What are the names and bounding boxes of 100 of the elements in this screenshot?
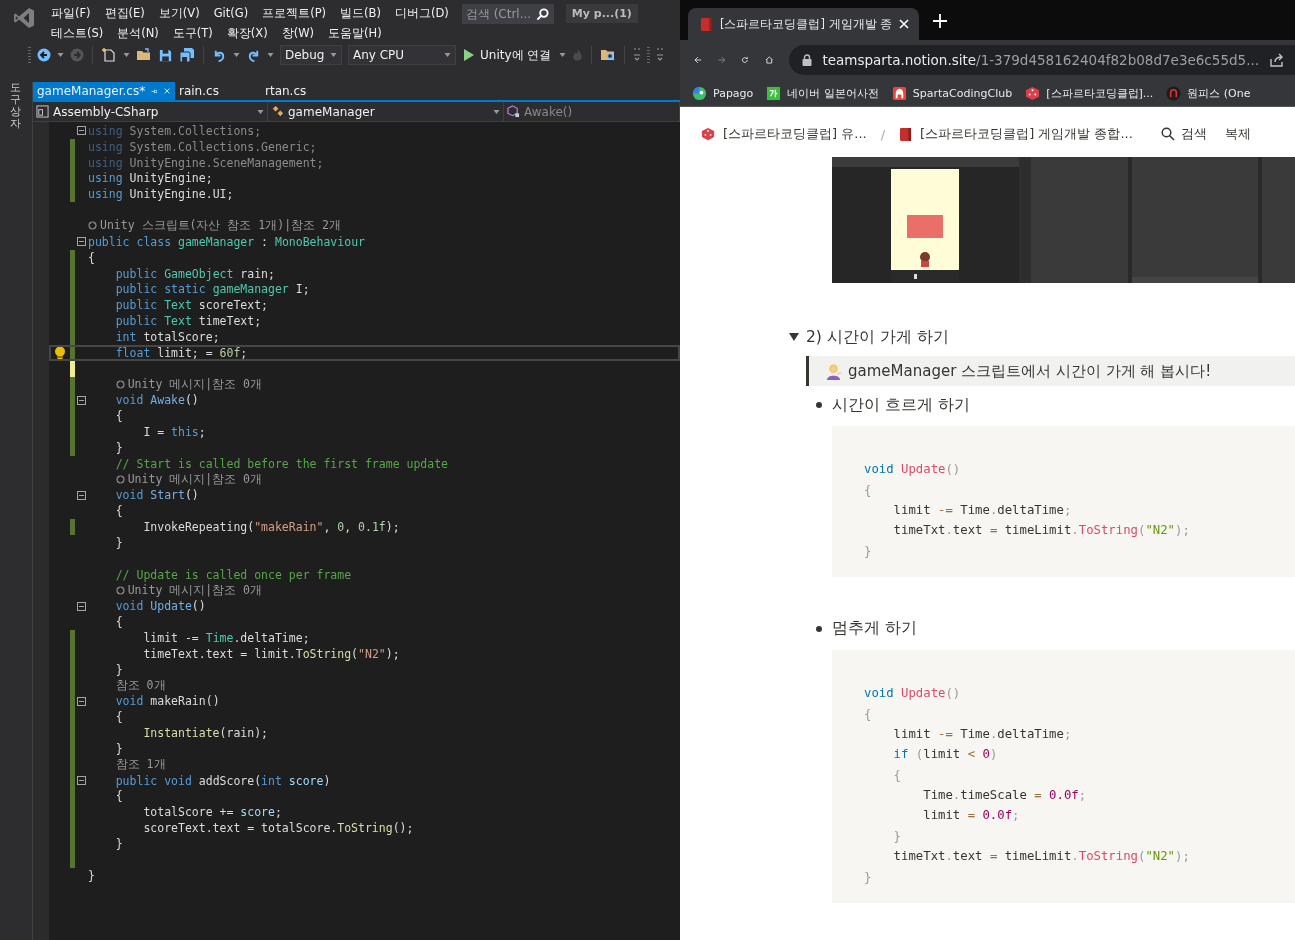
collapse-icon[interactable] <box>77 237 86 247</box>
code-line: { <box>864 482 872 497</box>
code-line: { <box>892 767 902 782</box>
collapse-icon[interactable] <box>77 490 86 500</box>
navigation-dropdown[interactable]: gameManager <box>268 102 504 121</box>
code-line: } <box>892 828 902 843</box>
codelens-text[interactable]: Unity 메시지|참조 0개 <box>127 376 262 392</box>
menu-item[interactable]: 편집(E) <box>97 5 152 21</box>
code-line: limit = 0.0f; <box>922 808 1020 823</box>
toggle-heading[interactable]: 2) 시간이 가게 하기 <box>789 325 1295 349</box>
codelens-text: 참조 0개 <box>114 677 166 693</box>
menu-item[interactable]: 파일(F) <box>44 5 98 21</box>
collapse-icon[interactable] <box>77 395 86 405</box>
code-line: totalScore += score; <box>142 805 282 820</box>
platform-dropdown[interactable]: Any CPU <box>348 45 456 65</box>
address-bar[interactable]: teamsparta.notion.site/1-379d458162404f82b08d7e3e6c55d5... <box>789 45 1295 75</box>
file-tab[interactable]: rtan.cs <box>261 82 330 100</box>
overflow-icon[interactable] <box>633 47 642 63</box>
code-line: Instantiate(rain); <box>142 726 269 740</box>
new-tab-icon[interactable] <box>933 14 948 28</box>
code-line: using System.Collections.Generic; <box>88 139 317 154</box>
code-line: int totalScore; <box>114 329 220 344</box>
menu-item[interactable]: 프로젝트(P) <box>255 5 334 21</box>
back-icon[interactable] <box>37 48 51 62</box>
code-line: { <box>114 409 123 424</box>
code-line: } <box>114 535 123 550</box>
code-line: using UnityEngine.SceneManagement; <box>88 155 324 170</box>
unity-icon <box>115 585 125 595</box>
codelens-text[interactable]: Unity 메시지|참조 0개 <box>127 582 262 598</box>
menu-item[interactable]: 도움말(H) <box>321 25 389 41</box>
collapse-icon[interactable] <box>77 601 86 611</box>
bookmark[interactable]: Papago <box>692 85 754 101</box>
file-tab[interactable]: rain.cs <box>175 82 261 100</box>
folder-search-icon[interactable] <box>600 47 617 63</box>
menu-item[interactable]: 디버그(D) <box>388 5 456 21</box>
menu-item[interactable]: 분석(N) <box>110 25 166 41</box>
code-line: } <box>114 662 123 677</box>
folder-icon[interactable] <box>136 47 152 63</box>
caret-icon[interactable] <box>267 53 274 57</box>
code-line: InvokeRepeating("makeRain", 0, 0.1f); <box>142 520 400 534</box>
search-field[interactable]: 검색 (Ctrl... <box>461 4 554 24</box>
code-line: I = this; <box>142 424 206 439</box>
caret-icon[interactable] <box>233 53 240 57</box>
code-line: timeTxt.text = timeLimit.ToString("N2"); <box>892 523 1190 538</box>
unity-icon <box>115 379 125 389</box>
search-button[interactable]: 검색 <box>1160 125 1207 143</box>
duplicate-button[interactable]: 복제 <box>1224 125 1251 143</box>
caret-icon[interactable] <box>57 53 64 57</box>
arch-icon <box>1166 85 1182 101</box>
tab-label: rtan.cs <box>265 84 307 98</box>
helmet-icon <box>891 85 907 101</box>
menu-item[interactable]: Git(G) <box>206 6 256 20</box>
code-line: scoreText.text = totalScore.ToString(); <box>142 821 414 836</box>
collapse-icon[interactable] <box>77 696 86 706</box>
profile-button[interactable]: My p...(1) <box>565 4 638 23</box>
menu-item[interactable]: 테스트(S) <box>44 25 111 41</box>
codelens-text[interactable]: Unity 스크립트(자산 참조 1개)|참조 2개 <box>100 218 341 234</box>
bookmark[interactable]: 네이버 일본어사전 <box>766 85 879 101</box>
menu-item[interactable]: 도구(T) <box>165 25 220 41</box>
lightbulb-icon[interactable] <box>53 345 66 360</box>
tab-label: gameManager.cs* <box>37 84 146 98</box>
save-icon[interactable] <box>158 47 173 63</box>
unity-icon <box>115 475 125 484</box>
code-comment: // Update is called once per frame <box>114 567 352 582</box>
run-button[interactable]: Unity에 연결 <box>462 46 554 64</box>
navigation-dropdown[interactable]: Assembly-CSharp <box>33 102 268 121</box>
file-tab[interactable]: gameManager.cs* <box>33 82 175 100</box>
menu-item[interactable]: 빌드(B) <box>333 5 388 21</box>
dice-icon <box>1025 85 1041 101</box>
menu-item[interactable]: 보기(V) <box>151 5 207 21</box>
collapse-icon[interactable] <box>77 776 86 785</box>
toolbox-tab[interactable]: 도구 상자 <box>10 82 21 131</box>
caret-icon[interactable] <box>123 53 130 57</box>
bookmark[interactable]: 원피스 (One <box>1166 85 1251 101</box>
breadcrumb-link[interactable]: [스파르타코딩클럽] 게임개발 종합... <box>899 125 1133 143</box>
search-icon <box>1160 127 1175 141</box>
menu-item[interactable]: 창(W) <box>274 25 322 41</box>
menu-item[interactable]: 확장(X) <box>219 25 275 41</box>
share-icon[interactable] <box>1269 52 1285 68</box>
code-line: } <box>114 836 123 851</box>
overflow-icon[interactable] <box>656 47 665 63</box>
bookmark[interactable]: SpartaCodingClub <box>891 85 1013 101</box>
save-all-icon[interactable] <box>179 47 195 63</box>
bullet-icon <box>816 402 822 408</box>
project-icon <box>36 105 49 118</box>
breadcrumb-link[interactable]: [스파르타코딩클럽] 유... <box>701 125 867 143</box>
close-icon[interactable] <box>899 19 910 29</box>
collapse-icon[interactable] <box>77 126 86 136</box>
browser-tab[interactable]: [스파르타코딩클럽] 게임개발 종 <box>688 8 920 40</box>
configuration-dropdown[interactable]: Debug <box>280 45 342 65</box>
breadcrumb-separator: / <box>880 126 886 142</box>
bookmark[interactable]: [스파르타코딩클럽]... <box>1025 85 1154 101</box>
tab-label: rain.cs <box>179 84 219 98</box>
codelens-text[interactable]: Unity 메시지|참조 0개 <box>127 472 262 487</box>
caret-icon[interactable] <box>559 53 567 57</box>
code-line: { <box>114 789 123 804</box>
toggle-triangle-icon[interactable] <box>789 333 799 341</box>
code-line: } <box>114 741 123 756</box>
code-comment: // Start is called before the first frame update <box>114 456 449 471</box>
new-item-icon[interactable] <box>101 47 117 63</box>
